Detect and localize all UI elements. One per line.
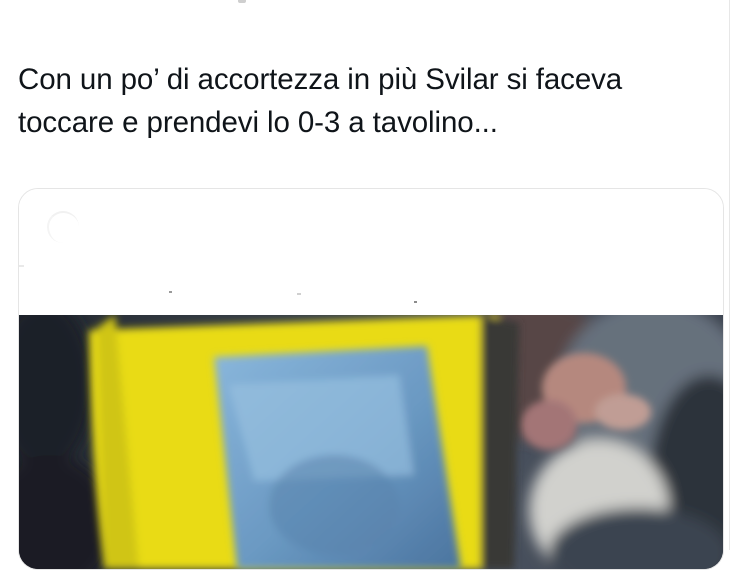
cropped-ui-fragment bbox=[238, 0, 246, 3]
faded-header-mark bbox=[19, 265, 24, 267]
image-speck bbox=[169, 291, 172, 293]
image-speck bbox=[297, 293, 301, 295]
tweet-text: Con un po’ di accortezza in più Svilar s… bbox=[18, 63, 623, 139]
faded-avatar-outline bbox=[47, 211, 79, 243]
timeline-divider bbox=[729, 0, 730, 550]
media-card-header bbox=[19, 189, 723, 315]
blurred-crowd-image bbox=[19, 315, 723, 569]
video-thumbnail[interactable] bbox=[19, 315, 723, 569]
embedded-media-card[interactable] bbox=[18, 188, 724, 570]
image-speck bbox=[414, 301, 417, 303]
